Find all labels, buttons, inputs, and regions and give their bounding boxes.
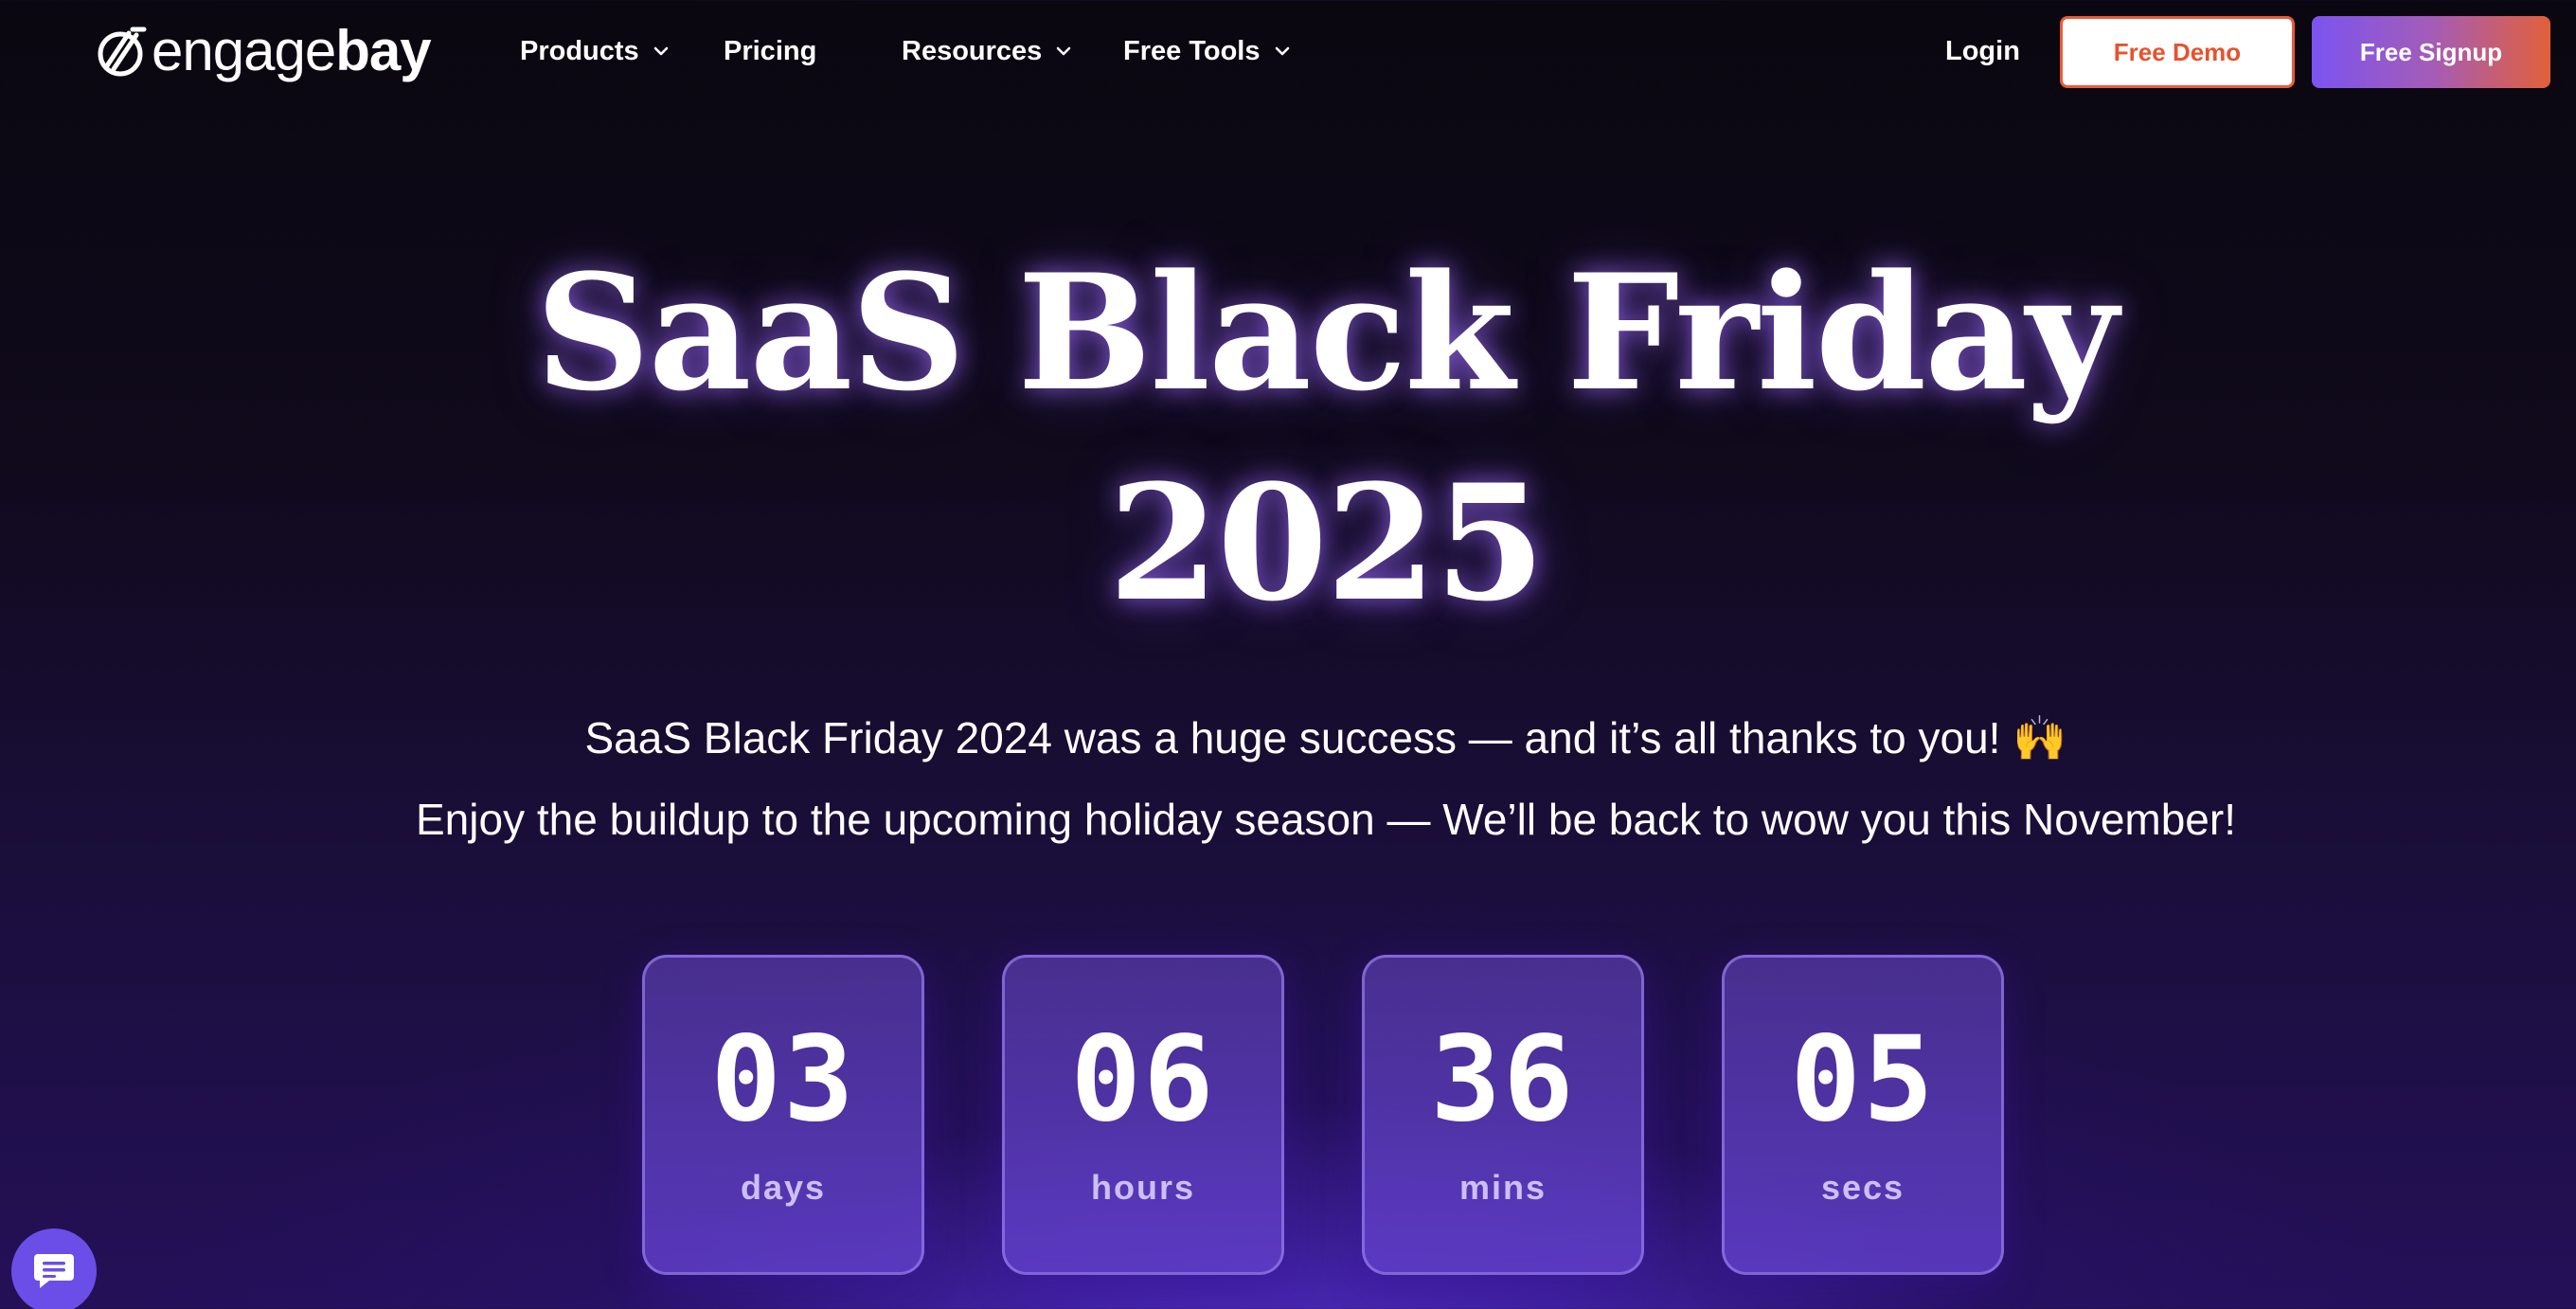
countdown-days-tile: 03 days <box>642 955 924 1275</box>
hero-title: SaaS Black Friday 2025 <box>0 227 2576 648</box>
nav-resources-menu[interactable]: Resources <box>902 32 1072 70</box>
countdown-days-value: 03 <box>710 1012 856 1148</box>
chevron-down-icon <box>653 46 668 56</box>
brand-name-light: engage <box>152 19 336 82</box>
free-signup-label: Free Signup <box>2359 37 2503 66</box>
countdown-hours-value: 06 <box>1070 1012 1216 1148</box>
nav-free-tools-menu[interactable]: Free Tools <box>1123 32 1291 70</box>
countdown-mins-label: mins <box>1458 1168 1547 1207</box>
nav-free-tools-label: Free Tools <box>1123 35 1261 66</box>
hero-subtitle-line-2: Enjoy the buildup to the upcoming holida… <box>416 795 2236 844</box>
countdown-timer: 03 days 06 hours 36 mins 05 secs <box>642 955 2006 1277</box>
chat-widget-button[interactable] <box>11 1228 97 1309</box>
login-link[interactable]: Login <box>1945 32 2020 70</box>
hero-title-line-2: 2025 <box>1108 449 1546 637</box>
nav-pricing-label: Pricing <box>724 35 817 66</box>
countdown-secs-tile: 05 secs <box>1722 955 2004 1275</box>
engagebay-logo[interactable]: engagebay <box>95 23 432 80</box>
nav-products-menu[interactable]: Products <box>520 32 670 70</box>
countdown-secs-value: 05 <box>1790 1012 1936 1148</box>
brand-name-bold: bay <box>335 19 431 82</box>
countdown-mins-tile: 36 mins <box>1362 955 1644 1275</box>
free-signup-button[interactable]: Free Signup <box>2312 16 2550 88</box>
top-navigation: engagebay Products Pricing Resources Fre… <box>0 0 2576 104</box>
engagebay-logo-icon <box>98 27 147 77</box>
hero-subtitle-line-1: SaaS Black Friday 2024 was a huge succes… <box>584 713 2067 762</box>
countdown-mins-value: 36 <box>1430 1012 1576 1148</box>
chat-bubble-icon <box>34 1254 74 1288</box>
free-demo-label: Free Demo <box>2113 37 2242 66</box>
chevron-down-icon <box>1057 46 1071 56</box>
nav-resources-label: Resources <box>902 35 1043 66</box>
countdown-secs-label: secs <box>1820 1168 1905 1207</box>
hero-title-line-1: SaaS Black Friday <box>535 239 2118 426</box>
countdown-days-label: days <box>740 1168 827 1207</box>
countdown-hours-label: hours <box>1090 1168 1195 1207</box>
free-demo-button[interactable]: Free Demo <box>2060 16 2295 88</box>
nav-pricing-link[interactable]: Pricing <box>724 32 816 70</box>
login-label: Login <box>1945 35 2020 66</box>
nav-products-label: Products <box>520 35 639 66</box>
countdown-hours-tile: 06 hours <box>1002 955 1284 1275</box>
brand-name: engagebay <box>152 23 432 80</box>
chevron-down-icon <box>1275 46 1289 56</box>
